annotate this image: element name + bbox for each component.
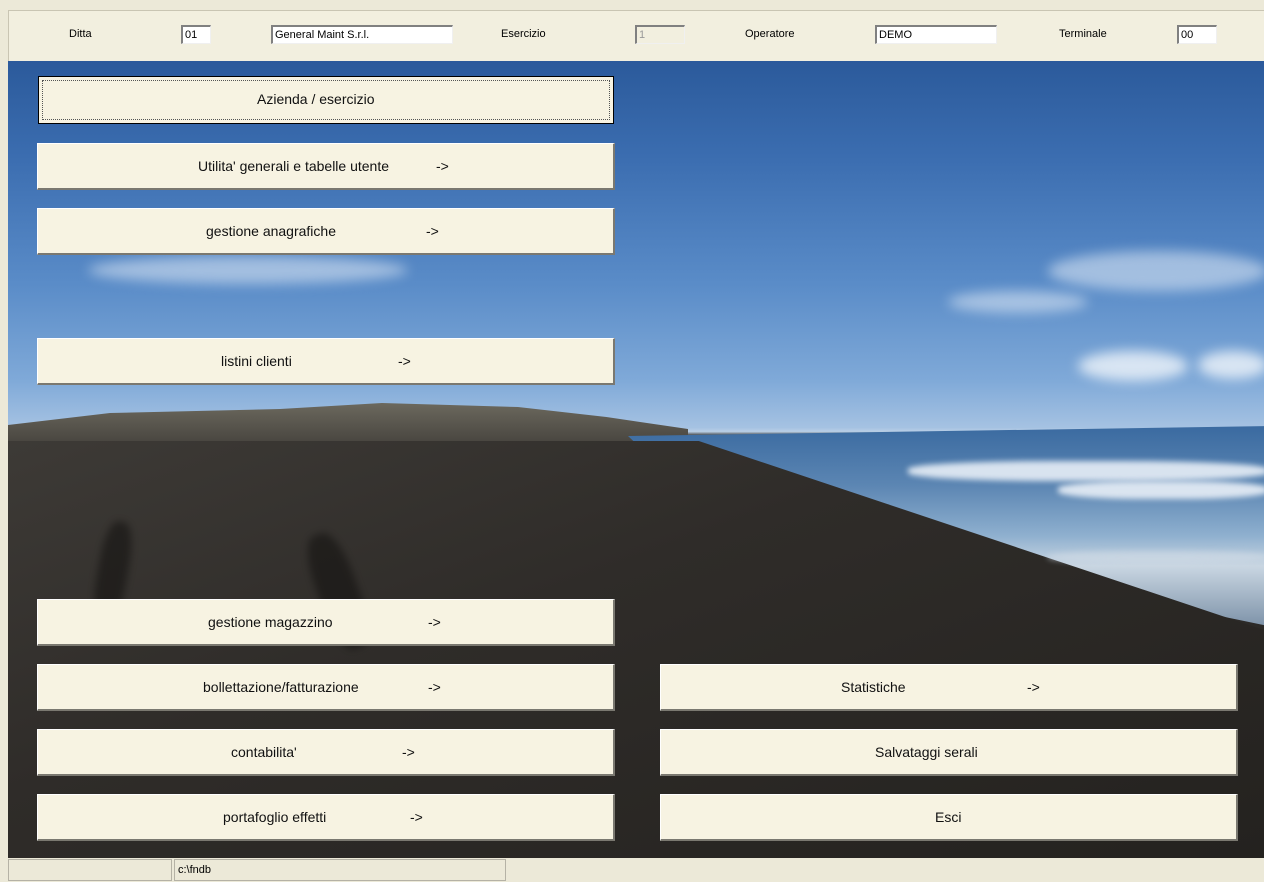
listini-clienti-label: listini clienti [221,353,292,369]
gestione-anagrafiche-label: gestione anagrafiche [206,223,336,239]
esercizio-label: Esercizio [501,28,546,40]
operatore-field[interactable]: DEMO [875,25,997,44]
ditta-name-field[interactable]: General Maint S.r.l. [271,25,453,44]
arrow-right-icon: -> [398,353,411,369]
ditta-code-field[interactable]: 01 [181,25,211,44]
contabilita-label: contabilita' [231,744,297,760]
ditta-label: Ditta [69,28,92,40]
status-path: c:\fndb [174,859,506,881]
gestione-anagrafiche-button[interactable]: gestione anagrafiche -> [37,208,615,255]
gestione-magazzino-label: gestione magazzino [208,614,333,630]
arrow-right-icon: -> [436,158,449,174]
utilita-generali-label: Utilita' generali e tabelle utente [198,158,390,174]
arrow-right-icon: -> [428,614,441,630]
gestione-magazzino-button[interactable]: gestione magazzino -> [37,599,615,646]
arrow-right-icon: -> [410,809,423,825]
arrow-right-icon: -> [402,744,415,760]
portafoglio-effetti-button[interactable]: portafoglio effetti -> [37,794,615,841]
arrow-right-icon: -> [426,223,439,239]
status-bar: c:\fndb [8,858,1264,882]
esci-label: Esci [935,809,962,825]
operatore-label: Operatore [745,28,795,40]
utilita-generali-button[interactable]: Utilita' generali e tabelle utente -> [37,143,615,190]
statistiche-label: Statistiche [841,679,906,695]
terminale-field[interactable]: 00 [1177,25,1217,44]
terminale-label: Terminale [1059,28,1107,40]
bollettazione-fatturazione-button[interactable]: bollettazione/fatturazione -> [37,664,615,711]
portafoglio-effetti-label: portafoglio effetti [223,809,327,825]
status-panel-1 [8,859,172,881]
salvataggi-serali-label: Salvataggi serali [875,744,978,760]
arrow-right-icon: -> [428,679,441,695]
contabilita-button[interactable]: contabilita' -> [37,729,615,776]
header-bar: Ditta 01 General Maint S.r.l. Esercizio … [8,10,1264,62]
azienda-esercizio-button[interactable]: Azienda / esercizio [38,76,614,124]
statistiche-button[interactable]: Statistiche -> [660,664,1238,711]
esci-button[interactable]: Esci [660,794,1238,841]
esercizio-field[interactable]: 1 [635,25,685,44]
arrow-right-icon: -> [1027,679,1040,695]
listini-clienti-button[interactable]: listini clienti -> [37,338,615,385]
main-window: Ditta 01 General Maint S.r.l. Esercizio … [0,0,1264,882]
azienda-esercizio-label: Azienda / esercizio [257,91,375,107]
bollettazione-fatturazione-label: bollettazione/fatturazione [203,679,359,695]
salvataggi-serali-button[interactable]: Salvataggi serali [660,729,1238,776]
